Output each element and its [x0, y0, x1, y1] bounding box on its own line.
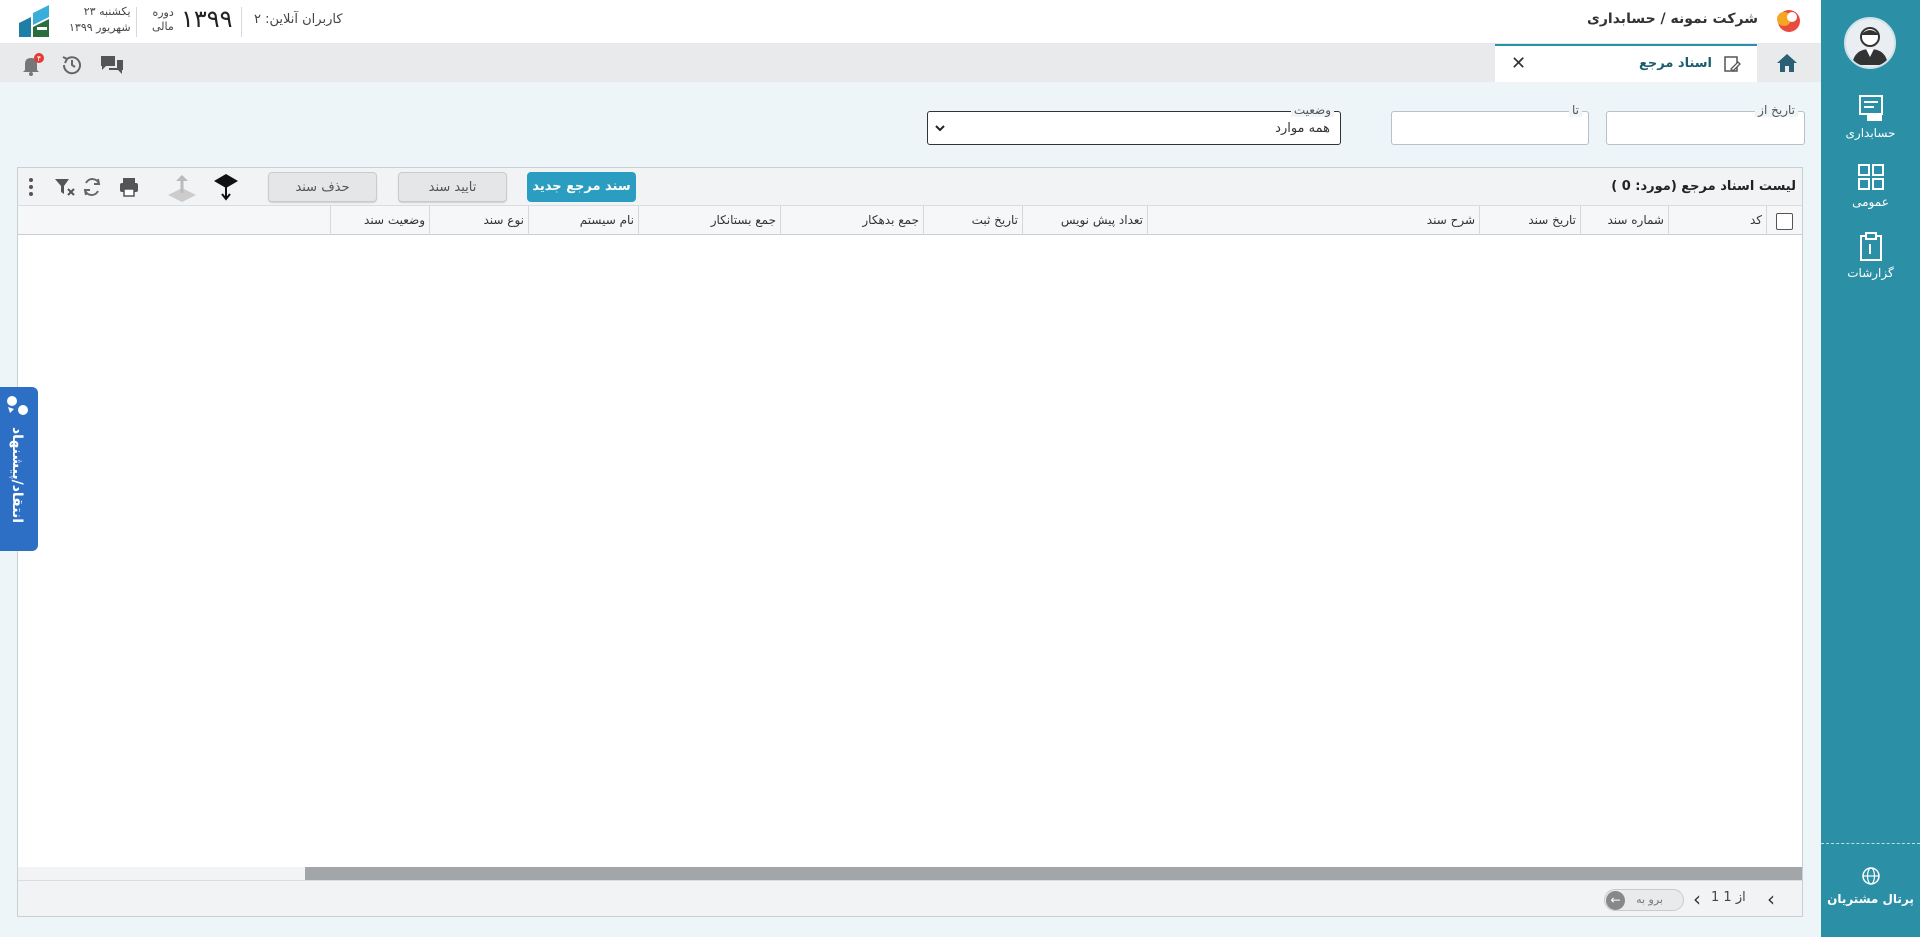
chevron-left-icon[interactable]: ‹ [1693, 887, 1701, 911]
customer-portal-link[interactable]: پرتال مشتریان [1821, 866, 1920, 906]
fiscal-period-label: دوره مالی [152, 6, 174, 34]
expand-rows-icon[interactable] [212, 172, 240, 206]
general-icon [1857, 164, 1884, 190]
chat-icon [101, 56, 123, 74]
column-header-document-status[interactable]: وضعیت سند [330, 206, 429, 235]
history-icon [62, 56, 81, 75]
home-button[interactable] [1775, 52, 1799, 78]
tab-label: اسناد مرجع [1638, 56, 1712, 71]
column-label: نوع سند [483, 213, 525, 227]
user-avatar[interactable] [1844, 17, 1896, 69]
document-edit-icon [1723, 55, 1741, 77]
column-header-total-credit[interactable]: جمع بستانکار [638, 206, 780, 235]
column-header-document-date[interactable]: تاریخ سند [1479, 206, 1580, 235]
column-header-code[interactable]: کد [1668, 206, 1766, 235]
reference-documents-grid: لیست اسناد مرجع (مورد: 0 ) سند مرجع جدید… [17, 167, 1803, 917]
sidebar-item-reports[interactable]: گزارشات [1821, 232, 1920, 280]
home-icon [1777, 54, 1797, 72]
customer-portal-label: پرتال مشتریان [1827, 892, 1914, 906]
app-logo-icon [17, 3, 51, 43]
approve-document-button[interactable]: تایید سند [398, 172, 507, 202]
date-line-2: شهریور ۱۳۹۹ [69, 21, 131, 34]
select-all-column [1766, 206, 1802, 235]
pagination-bar: ‹ 1 از 1 ‹ برو به ← [18, 880, 1802, 916]
column-label: جمع بستانکار [710, 213, 776, 227]
company-title: شرکت نمونه / حسابداری [1587, 11, 1758, 27]
sidebar-item-label: عمومی [1852, 195, 1889, 209]
column-header-total-debit[interactable]: جمع بدهکار [780, 206, 923, 235]
column-label: کد [1749, 213, 1762, 227]
grid-header-row: کد شماره سند تاریخ سند شرح سند تعداد پیش… [18, 206, 1802, 235]
status-selected-value: همه موارد [1275, 121, 1330, 136]
column-header-system-name[interactable]: نام سیستم [528, 206, 638, 235]
notification-badge: ۴ [37, 54, 41, 63]
column-label: تاریخ سند [1528, 213, 1576, 227]
refresh-icon[interactable] [81, 176, 103, 202]
brand-logo-icon [1775, 8, 1801, 38]
current-date: یکشنبه ۲۳ شهریور ۱۳۹۹ [69, 4, 131, 36]
column-header-draft-count[interactable]: تعداد پیش نویس [1022, 206, 1147, 235]
divider [136, 7, 137, 37]
print-icon[interactable] [118, 176, 140, 202]
bell-icon: ۴ [23, 53, 44, 76]
arrow-left-icon[interactable]: ← [1606, 891, 1625, 910]
goto-page-placeholder: برو به [1636, 893, 1663, 906]
filter-icon[interactable] [53, 176, 75, 202]
date-line-1: یکشنبه ۲۳ [83, 5, 131, 18]
sidebar-item-label: حسابداری [1845, 126, 1896, 140]
feedback-tab[interactable]: انتقاد/پیشنهاد [0, 387, 38, 551]
reports-icon [1859, 232, 1882, 261]
column-label: وضعیت سند [364, 213, 425, 227]
column-header-document-number[interactable]: شماره سند [1580, 206, 1668, 235]
main-sidebar: حسابداری عمومی گزارشات پرتال مشتریان [1821, 0, 1920, 937]
grid-title: لیست اسناد مرجع (مورد: 0 ) [1611, 179, 1796, 194]
date-to-input[interactable]: تا [1391, 103, 1589, 145]
column-label: نام سیستم [579, 213, 634, 227]
sidebar-item-label: گزارشات [1847, 266, 1894, 280]
accounting-icon [1858, 95, 1883, 121]
date-from-label: تاریخ از [1755, 103, 1798, 117]
status-select[interactable]: وضعیت همه موارد [927, 103, 1341, 145]
page-info: 1 از 1 [1711, 890, 1746, 905]
divider [241, 7, 242, 37]
select-all-checkbox[interactable] [1776, 213, 1793, 230]
sidebar-item-general[interactable]: عمومی [1821, 163, 1920, 209]
close-icon[interactable]: ✕ [1511, 53, 1526, 74]
online-users-count: کاربران آنلاین: ۲ [254, 12, 343, 27]
goto-page-input[interactable]: برو به ← [1604, 889, 1684, 911]
column-header-description[interactable]: شرح سند [1147, 206, 1479, 235]
top-header: شرکت نمونه / حسابداری کاربران آنلاین: ۲ … [0, 0, 1821, 44]
chevron-left-icon[interactable]: ‹ [1767, 887, 1775, 911]
sidebar-item-accounting[interactable]: حسابداری [1821, 94, 1920, 140]
grid-toolbar: لیست اسناد مرجع (مورد: 0 ) سند مرجع جدید… [18, 168, 1802, 206]
globe-icon [1861, 867, 1880, 885]
column-label: شماره سند [1607, 213, 1664, 227]
status-label: وضعیت [1290, 103, 1334, 117]
feedback-icon [4, 393, 30, 423]
feedback-label: انتقاد/پیشنهاد [9, 427, 25, 524]
column-header-document-type[interactable]: نوع سند [429, 206, 528, 235]
notifications-button[interactable]: ۴ [20, 53, 44, 81]
chevron-down-icon [934, 122, 946, 138]
column-label: شرح سند [1426, 213, 1475, 227]
period-line-1: دوره [152, 6, 174, 19]
column-label: تعداد پیش نویس [1060, 213, 1143, 227]
column-label: جمع بدهکار [862, 213, 919, 227]
upload-icon[interactable] [166, 172, 198, 206]
delete-document-button[interactable]: حذف سند [268, 172, 377, 202]
date-to-label: تا [1569, 103, 1582, 117]
period-line-2: مالی [152, 20, 174, 33]
chat-button[interactable] [99, 53, 125, 81]
column-label: تاریخ ثبت [971, 213, 1018, 227]
fiscal-year: ۱۳۹۹ [181, 5, 233, 33]
tab-bar: اسناد مرجع ✕ ۴ [0, 44, 1821, 82]
tab-reference-documents[interactable]: اسناد مرجع ✕ [1495, 44, 1757, 82]
sidebar-divider [1821, 843, 1920, 844]
new-reference-document-button[interactable]: سند مرجع جدید [527, 172, 636, 202]
column-header-register-date[interactable]: تاریخ ثبت [923, 206, 1022, 235]
history-button[interactable] [60, 53, 84, 81]
date-from-input[interactable]: تاریخ از [1606, 103, 1805, 145]
more-options-icon[interactable] [28, 176, 34, 202]
